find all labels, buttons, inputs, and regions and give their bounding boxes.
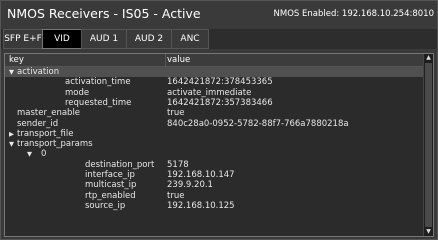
table-row[interactable]: multicast_ip 239.9.20.1 xyxy=(5,180,423,190)
row-key: 0 xyxy=(41,149,47,160)
expand-right-icon[interactable]: ▶ xyxy=(9,129,14,139)
tab-vid[interactable]: VID xyxy=(42,29,82,49)
scroll-up-icon[interactable]: ▲ xyxy=(424,54,433,62)
column-divider[interactable] xyxy=(165,54,166,66)
row-value: 5178 xyxy=(167,159,189,170)
row-value: true xyxy=(167,190,185,201)
row-key: mode xyxy=(65,87,90,98)
row-key: master_enable xyxy=(17,108,81,119)
tab-sfp-e-f[interactable]: SFP E+F xyxy=(3,29,43,49)
row-key: activation xyxy=(17,67,60,77)
row-value: 239.9.20.1 xyxy=(167,180,213,191)
title-bar: NMOS Receivers - IS05 - Active NMOS Enab… xyxy=(1,1,437,29)
nmos-receivers-panel: NMOS Receivers - IS05 - Active NMOS Enab… xyxy=(0,0,438,240)
table-row[interactable]: interface_ip 192.168.10.147 xyxy=(5,170,423,180)
scroll-down-icon[interactable]: ▼ xyxy=(424,228,433,236)
row-value: activate_immediate xyxy=(167,87,252,98)
tab-aud-2[interactable]: AUD 2 xyxy=(126,29,172,49)
expand-down-icon[interactable]: ▼ xyxy=(9,67,14,77)
table-row[interactable]: ▼ 0 xyxy=(5,149,423,159)
row-value: 1642421872:378453365 xyxy=(167,77,273,88)
scroll-thumb[interactable] xyxy=(425,63,432,227)
row-key: multicast_ip xyxy=(85,180,137,191)
table-row[interactable]: master_enable true xyxy=(5,108,423,118)
row-value: 192.168.10.125 xyxy=(167,200,235,211)
table-row[interactable]: activation_time 1642421872:378453365 xyxy=(5,77,423,87)
vertical-scrollbar[interactable]: ▲ ▼ xyxy=(423,54,433,236)
tab-aud-1[interactable]: AUD 1 xyxy=(81,29,127,49)
table-row[interactable]: ▶ transport_file xyxy=(5,129,423,139)
expand-down-icon[interactable]: ▼ xyxy=(27,149,32,159)
table-row[interactable]: ▼ transport_params xyxy=(5,139,423,149)
row-key: source_ip xyxy=(85,200,126,211)
table-row[interactable]: mode activate_immediate xyxy=(5,88,423,98)
row-key: rtp_enabled xyxy=(85,190,136,201)
row-key: requested_time xyxy=(65,97,132,108)
table-row[interactable]: sender_id 840c28a0-0952-5782-88f7-766a788… xyxy=(5,119,423,129)
row-value: 840c28a0-0952-5782-88f7-766a7880218a xyxy=(167,118,349,129)
row-value: true xyxy=(167,108,185,119)
table-row[interactable]: source_ip 192.168.10.125 xyxy=(5,201,423,211)
value-column-header[interactable]: value xyxy=(167,54,190,66)
table-row[interactable]: rtp_enabled true xyxy=(5,191,423,201)
nmos-status: NMOS Enabled: 192.168.10.254:8010 xyxy=(273,9,434,19)
table-row[interactable]: destination_port 5178 xyxy=(5,160,423,170)
row-value: 1642421872:357383466 xyxy=(167,97,273,108)
table-row[interactable]: requested_time 1642421872:357383466 xyxy=(5,98,423,108)
key-value-table: key value ▼ activation activation_time 1642… xyxy=(4,53,434,237)
row-value: 192.168.10.147 xyxy=(167,170,235,180)
tab-bar: SFP E+F VID AUD 1 AUD 2 ANC xyxy=(1,29,437,49)
window-title: NMOS Receivers - IS05 - Active xyxy=(7,6,201,21)
table-header: key value xyxy=(5,54,423,67)
row-key: transport_params xyxy=(17,139,93,150)
row-key: sender_id xyxy=(17,118,59,129)
key-column-header[interactable]: key xyxy=(9,54,24,66)
tab-anc[interactable]: ANC xyxy=(171,29,209,49)
table-row[interactable]: ▼ activation xyxy=(5,67,423,78)
row-key: activation_time xyxy=(65,77,131,88)
expand-down-icon[interactable]: ▼ xyxy=(9,139,14,149)
row-key: transport_file xyxy=(17,128,74,139)
row-key: destination_port xyxy=(85,159,155,170)
row-key: interface_ip xyxy=(85,170,135,180)
